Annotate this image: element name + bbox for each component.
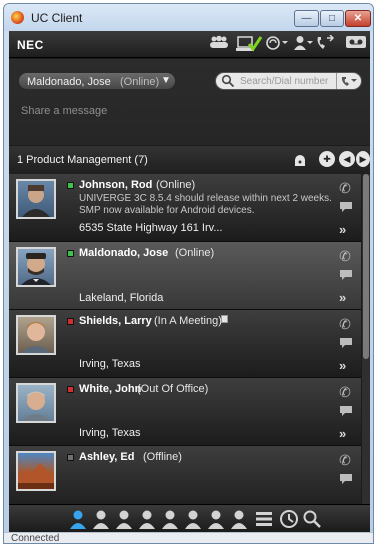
person-tab-icon[interactable] [229, 509, 249, 529]
presence-user-name: Maldonado, Jose [27, 76, 111, 88]
chat-bubble-icon[interactable] [338, 405, 354, 419]
contacts-tab-icon[interactable] [68, 509, 88, 529]
contact-state: (Out Of Office) [137, 383, 209, 395]
status-indicator [67, 182, 74, 189]
phone-icon[interactable]: ✆ [338, 384, 352, 400]
app-window: UC Client — □ ✕ NEC Maldonado, Jose (Onl… [3, 3, 374, 544]
search-divider [336, 73, 337, 89]
contact-name: Maldonado, Jose [79, 247, 169, 259]
app-logo-icon [11, 11, 24, 24]
person-tab-icon[interactable] [160, 509, 180, 529]
more-details-icon[interactable]: » [339, 359, 353, 372]
more-details-icon[interactable]: » [339, 427, 353, 440]
presence-dropdown[interactable]: Maldonado, Jose (Online) ▼ [18, 72, 176, 90]
status-bar: Connected [4, 532, 373, 544]
phone-icon[interactable]: ✆ [338, 316, 352, 332]
maximize-button[interactable]: □ [320, 10, 344, 27]
search-dial-box [215, 72, 362, 90]
client-area: NEC Maldonado, Jose (Online) ▼ Search/Di… [9, 31, 370, 543]
title-bar[interactable]: UC Client — □ ✕ [4, 4, 373, 31]
contact-location: 6535 State Highway 161 Irv... [79, 222, 223, 234]
contact-list: Johnson, Rod (Online) UNIVERGE 3C 8.5.4 … [9, 174, 361, 504]
contact-location: Irving, Texas [79, 427, 141, 439]
contact-list-scrollbar[interactable] [362, 174, 370, 504]
next-arrow-icon[interactable]: ▶ [356, 151, 370, 167]
status-indicator [67, 250, 74, 257]
group-title: 1 Product Management (7) [17, 154, 148, 166]
phone-icon[interactable]: ✆ [338, 248, 352, 264]
contact-state: (Online) [156, 179, 196, 191]
avatar [16, 247, 56, 287]
search-icon[interactable] [302, 509, 322, 529]
voicemail-icon[interactable] [345, 35, 367, 54]
presence-state: (Online) [120, 76, 160, 88]
avatar [16, 315, 56, 355]
phone-icon[interactable]: ✆ [338, 452, 352, 468]
call-forward-icon[interactable] [315, 34, 335, 54]
share-message-input[interactable] [21, 103, 351, 119]
chat-bubble-icon[interactable] [338, 473, 354, 487]
status-area: Maldonado, Jose (Online) ▼ [9, 59, 370, 173]
contact-name: White, John [79, 383, 142, 395]
status-indicator [67, 318, 74, 325]
connection-status: Connected [11, 533, 60, 544]
chat-bubble-icon[interactable] [338, 201, 354, 215]
more-details-icon[interactable]: » [339, 291, 353, 304]
presence-check-icon[interactable] [236, 35, 263, 54]
contact-row[interactable]: White, John (Out Of Office) Irving, Texa… [9, 378, 361, 446]
contact-state: (Online) [175, 247, 215, 259]
contact-name: Ashley, Ed [79, 451, 135, 463]
person-tab-icon[interactable] [183, 509, 203, 529]
contact-row[interactable]: Shields, Larry (In A Meeting) Irving, Te… [9, 310, 361, 378]
list-view-icon[interactable] [254, 509, 274, 529]
brand-logo: NEC [17, 38, 44, 52]
add-contact-icon[interactable]: ✚ [319, 151, 335, 167]
contact-name: Johnson, Rod [79, 179, 153, 191]
window-title: UC Client [31, 11, 83, 25]
lock-icon[interactable] [292, 151, 308, 167]
person-tab-icon[interactable] [137, 509, 157, 529]
contact-row[interactable]: Ashley, Ed (Offline) ✆ [9, 446, 361, 504]
contact-row[interactable]: Maldonado, Jose (Online) Lakeland, Flori… [9, 242, 361, 310]
group-header[interactable]: 1 Product Management (7) ✚ ◀ ▶ [9, 146, 370, 174]
top-toolbar: NEC [9, 31, 370, 58]
phone-icon[interactable]: ✆ [338, 180, 352, 196]
dialpad-icon[interactable] [265, 35, 289, 54]
group-icon[interactable] [208, 35, 230, 54]
contact-message: UNIVERGE 3C 8.5.4 should release within … [79, 193, 332, 216]
search-input[interactable] [240, 74, 334, 88]
previous-arrow-icon[interactable]: ◀ [339, 151, 355, 167]
bottom-toolbar [9, 504, 370, 532]
contact-location: Irving, Texas [79, 358, 141, 370]
close-button[interactable]: ✕ [345, 10, 371, 27]
contact-row[interactable]: Johnson, Rod (Online) UNIVERGE 3C 8.5.4 … [9, 174, 361, 242]
contact-name: Shields, Larry [79, 315, 152, 327]
scrollbar-thumb[interactable] [363, 174, 369, 359]
chevron-down-icon: ▼ [161, 75, 171, 86]
user-add-icon[interactable] [292, 35, 314, 54]
person-tab-icon[interactable] [91, 509, 111, 529]
minimize-button[interactable]: — [294, 10, 319, 27]
person-tab-icon[interactable] [206, 509, 226, 529]
status-indicator [67, 454, 74, 461]
search-icon[interactable] [221, 74, 235, 88]
contact-location: Lakeland, Florida [79, 292, 164, 304]
dial-options-icon[interactable] [340, 74, 358, 88]
note-icon[interactable] [221, 315, 228, 323]
avatar [16, 383, 56, 423]
person-tab-icon[interactable] [114, 509, 134, 529]
contact-state: (In A Meeting) [154, 315, 222, 327]
chat-bubble-icon[interactable] [338, 337, 354, 351]
status-indicator [67, 386, 74, 393]
more-details-icon[interactable]: » [339, 223, 353, 236]
avatar [16, 451, 56, 491]
contact-state: (Offline) [143, 451, 182, 463]
history-clock-icon[interactable] [279, 509, 299, 529]
chat-bubble-icon[interactable] [338, 269, 354, 283]
avatar [16, 179, 56, 219]
